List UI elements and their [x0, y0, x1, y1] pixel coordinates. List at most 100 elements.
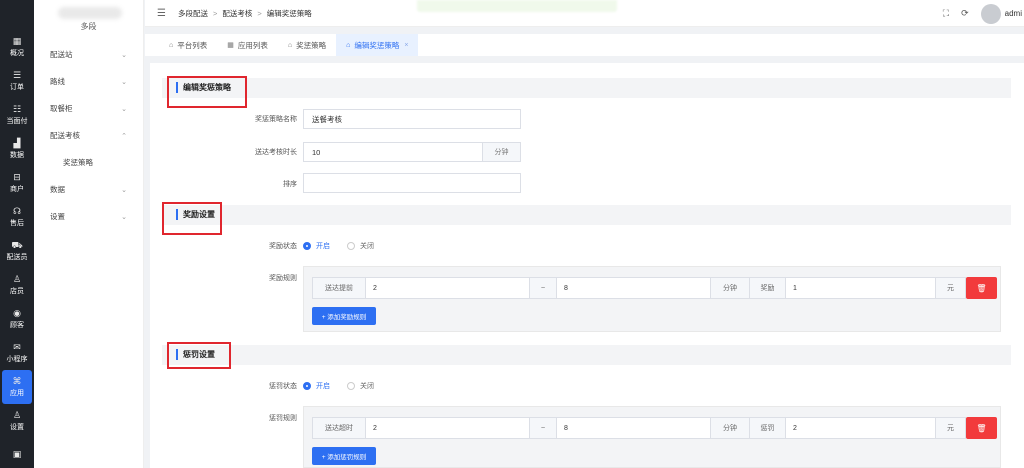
- breadcrumb-item[interactable]: 配送考核: [222, 8, 252, 19]
- add-penalty-rule-button[interactable]: + 添加惩罚规则: [312, 447, 376, 465]
- breadcrumb-item[interactable]: 多段配送: [178, 8, 208, 19]
- main-content: 编辑奖惩策略 奖惩策略名称 送餐考核 送达考核时长 10 分钟 排序 奖励设置 …: [150, 63, 1024, 468]
- reward-amount-input[interactable]: 1: [785, 277, 936, 299]
- tab-edit-reward-policy[interactable]: ⌂ 编辑奖惩策略 ×: [336, 34, 419, 56]
- reward-off-radio[interactable]: 关闭: [347, 241, 374, 251]
- headset-icon: ☊: [13, 206, 21, 216]
- penalty-amount-input[interactable]: 2: [785, 417, 936, 439]
- rail-item-chart[interactable]: ▟ 数据: [0, 132, 34, 166]
- policy-name-label: 奖惩策略名称: [255, 116, 297, 123]
- fullscreen-icon[interactable]: ⛶: [943, 8, 949, 19]
- rail-item-overview[interactable]: ▦ 概况: [0, 30, 34, 64]
- penalty-status-label: 惩罚状态: [269, 383, 297, 390]
- blurred-toast: [417, 0, 617, 12]
- rail-item-customer[interactable]: ◉ 顾客: [0, 302, 34, 336]
- highlight-box: [167, 342, 231, 369]
- rail-item-order[interactable]: ☰ 订单: [0, 64, 34, 98]
- rail-item-label: 售后: [10, 220, 24, 227]
- range-tilde: ~: [529, 417, 557, 439]
- sidebar-item-settings[interactable]: 设置 ⌄: [34, 203, 143, 230]
- rail-item-label: 数据: [10, 152, 24, 159]
- tab-platform-list[interactable]: ⌂ 平台列表: [159, 34, 217, 56]
- tab-reward-policy[interactable]: ⌂ 奖惩策略: [278, 34, 336, 56]
- trash-icon: 🗑: [976, 423, 987, 433]
- rail-item-apps[interactable]: ⌘ 应用: [2, 370, 32, 404]
- tab-app-list[interactable]: ▦ 应用列表: [217, 34, 278, 56]
- radio-dot: [347, 382, 355, 390]
- rail-item-shop[interactable]: ⊟ 商户: [0, 166, 34, 200]
- rail-item-label: 配送员: [6, 254, 28, 261]
- rail-item-label: 概况: [10, 50, 24, 57]
- rail-item-headset[interactable]: ☊ 售后: [0, 200, 34, 234]
- apps-icon: ⌘: [12, 376, 22, 386]
- settings-icon: ♙: [12, 410, 22, 420]
- delete-penalty-rule-button[interactable]: 🗑: [966, 417, 997, 439]
- avatar[interactable]: [980, 3, 1001, 24]
- menu-toggle-icon[interactable]: ☰: [157, 8, 166, 19]
- sidebar-item-label: 设置: [50, 212, 65, 221]
- add-reward-rule-button[interactable]: + 添加奖励规则: [312, 307, 376, 325]
- home-icon: ⌂: [346, 41, 351, 49]
- rail-item-settings[interactable]: ♙ 设置: [0, 404, 34, 438]
- rail-item-label: 商户: [10, 186, 24, 193]
- reward-to-input[interactable]: 8: [556, 277, 711, 299]
- breadcrumb-current: 编辑奖惩策略: [266, 8, 312, 18]
- range-tilde: ~: [529, 277, 557, 299]
- sidebar-item-label: 数据: [50, 185, 65, 194]
- close-tab-icon[interactable]: ×: [404, 42, 408, 49]
- reward-rule-prefix: 送达提前: [312, 277, 366, 299]
- minute-unit: 分钟: [710, 417, 750, 439]
- rail-item-label: 订单: [10, 84, 24, 91]
- refresh-icon[interactable]: ⟳: [961, 8, 969, 19]
- rail-item-label: 店员: [10, 288, 24, 295]
- tab-label: 应用列表: [237, 40, 268, 50]
- chevron-down-icon: ⌄: [121, 105, 127, 113]
- customer-icon: ◉: [13, 308, 21, 318]
- duration-unit: 分钟: [482, 142, 521, 162]
- chevron-down-icon: ⌄: [121, 78, 127, 86]
- rail-item-courier[interactable]: ⛟ 配送员: [0, 234, 34, 268]
- rail-item-label: 应用: [10, 390, 24, 397]
- rail-item-label: 当面付: [6, 118, 28, 125]
- username[interactable]: admi: [1005, 9, 1022, 18]
- reward-on-radio[interactable]: 开启: [303, 241, 330, 251]
- courier-icon: ⛟: [11, 240, 23, 250]
- rail-logo: [0, 0, 34, 30]
- delete-reward-rule-button[interactable]: 🗑: [966, 277, 997, 299]
- rail-item-staff[interactable]: ♙ 店员: [0, 268, 34, 302]
- rail-item-pay[interactable]: ☷ 当面付: [0, 98, 34, 132]
- rail-item-lock[interactable]: ▣: [0, 438, 34, 468]
- penalty-rule-prefix: 送达超时: [312, 417, 366, 439]
- sidebar-item-label: 配送站: [50, 50, 73, 59]
- sidebar-item-delivery-station[interactable]: 配送站 ⌄: [34, 41, 143, 68]
- sidebar-item-label: 配送考核: [50, 131, 80, 140]
- reward-from-input[interactable]: 2: [365, 277, 530, 299]
- duration-input[interactable]: 10: [303, 142, 483, 162]
- currency-unit: 元: [935, 417, 966, 439]
- penalty-rule-label: 惩罚规则: [269, 415, 297, 422]
- rail-item-miniapp[interactable]: ✉ 小程序: [0, 336, 34, 370]
- penalty-action: 惩罚: [749, 417, 786, 439]
- secondary-sidebar: 多段 配送站 ⌄ 路线 ⌄ 取餐柜 ⌄ 配送考核 ⌃ 奖惩策略 数据 ⌄ 设置 ⌄: [34, 0, 144, 468]
- penalty-to-input[interactable]: 8: [556, 417, 711, 439]
- sidebar-subitem-reward-policy[interactable]: 奖惩策略: [34, 149, 143, 176]
- radio-dot: [303, 242, 311, 250]
- reward-status-label: 奖励状态: [269, 243, 297, 250]
- penalty-from-input[interactable]: 2: [365, 417, 530, 439]
- staff-icon: ♙: [12, 274, 22, 284]
- radio-label: 开启: [316, 383, 330, 390]
- sidebar-item-locker[interactable]: 取餐柜 ⌄: [34, 95, 143, 122]
- penalty-off-radio[interactable]: 关闭: [347, 381, 374, 391]
- sidebar-item-data[interactable]: 数据 ⌄: [34, 176, 143, 203]
- sidebar-item-label: 取餐柜: [50, 104, 73, 113]
- home-icon: ⌂: [169, 41, 174, 49]
- penalty-on-radio[interactable]: 开启: [303, 381, 330, 391]
- policy-name-input[interactable]: 送餐考核: [303, 109, 521, 129]
- sidebar-item-route[interactable]: 路线 ⌄: [34, 68, 143, 95]
- chevron-up-icon: ⌃: [121, 132, 127, 140]
- rail-item-label: 小程序: [6, 356, 28, 363]
- sidebar-item-delivery-assessment[interactable]: 配送考核 ⌃: [34, 122, 143, 149]
- sort-input[interactable]: [303, 173, 521, 193]
- sort-label: 排序: [283, 181, 297, 188]
- radio-label: 关闭: [360, 243, 374, 250]
